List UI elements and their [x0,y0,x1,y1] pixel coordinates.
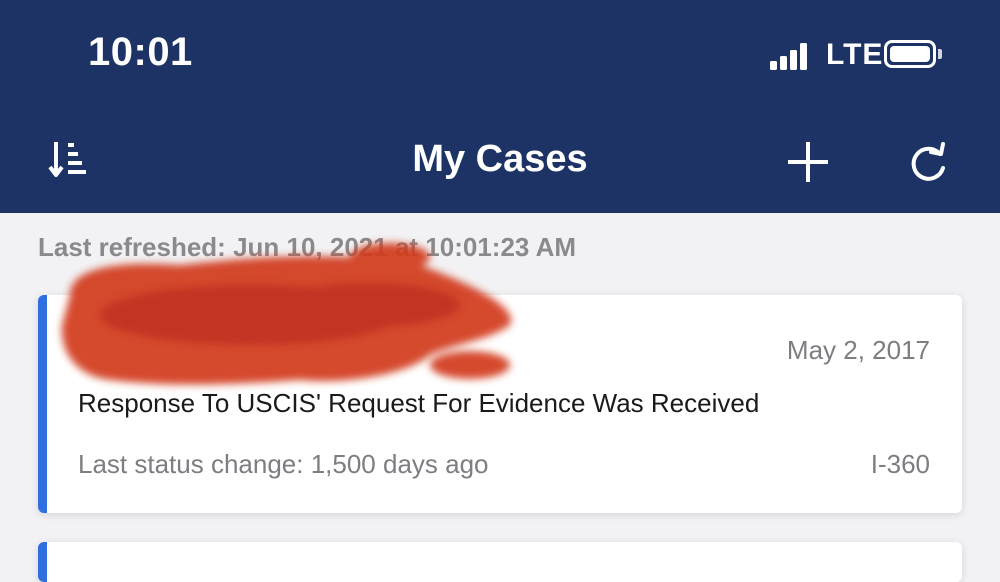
case-date: May 2, 2017 [786,335,930,365]
add-icon[interactable] [786,140,830,184]
case-card-next[interactable] [38,542,962,582]
redaction-scribble [61,243,512,385]
card-accent-bar [38,542,47,582]
network-label: LTE [826,38,884,71]
case-form-type: I-360 [870,449,930,479]
signal-icon [770,42,814,70]
refresh-icon[interactable] [906,140,950,184]
card-accent-bar [38,295,47,513]
status-time: 10:01 [88,30,193,74]
app-header: 10:01 LTE My Cases [0,0,1000,213]
battery-icon [884,40,936,68]
case-last-change: Last status change: 1,500 days ago [78,449,489,479]
page-title: My Cases [412,138,588,180]
battery-tip [938,49,942,59]
